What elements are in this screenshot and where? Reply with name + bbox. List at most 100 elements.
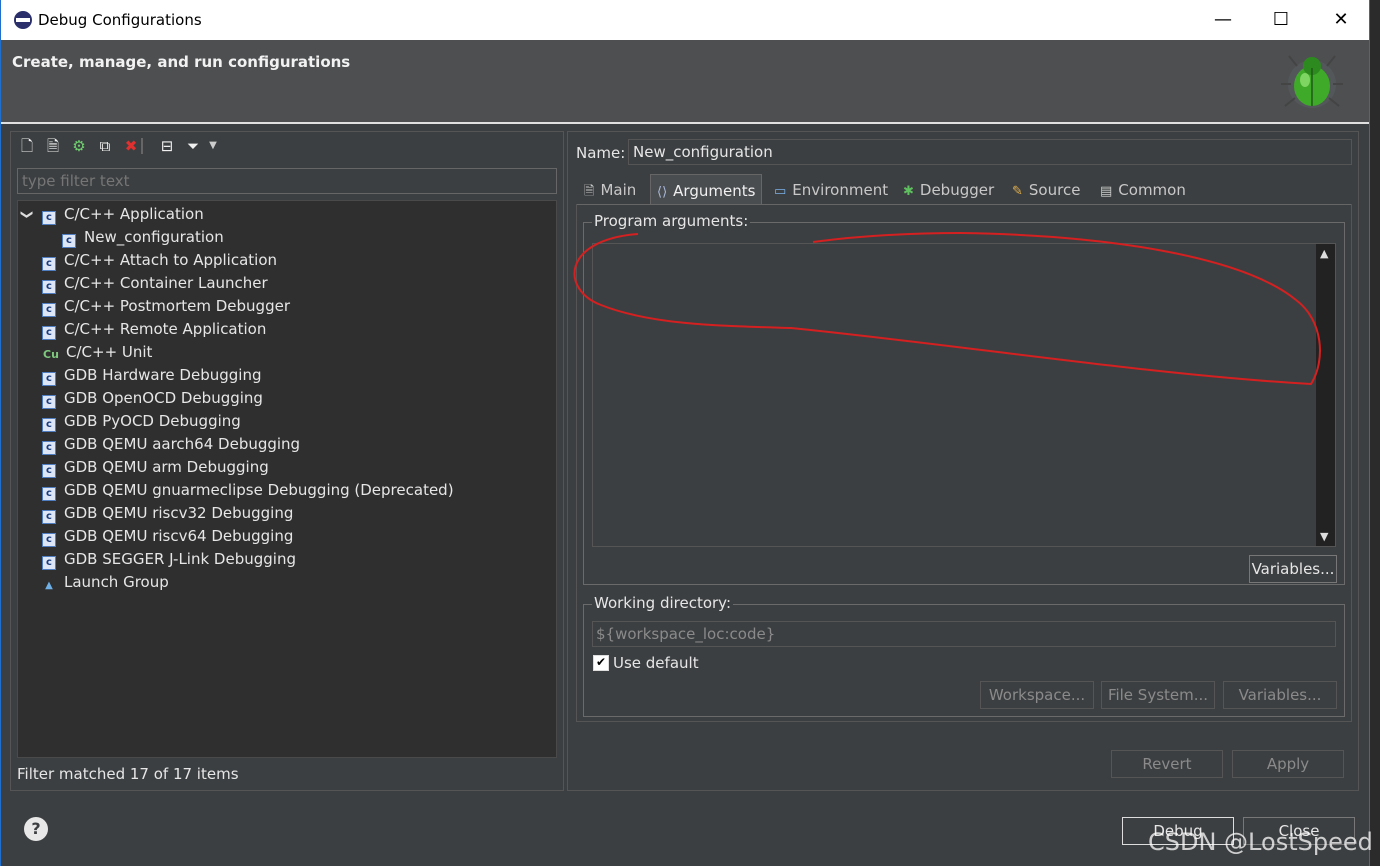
c-config-icon: c — [42, 257, 56, 271]
workspace-button[interactable]: Workspace... — [980, 681, 1094, 709]
tree-item[interactable]: c GDB PyOCD Debugging — [42, 410, 241, 433]
tree-item-label: GDB PyOCD Debugging — [64, 412, 241, 430]
working-directory-label: Working directory: — [592, 594, 734, 612]
c-config-icon: c — [42, 556, 56, 570]
program-arguments-textarea[interactable] — [592, 243, 1336, 547]
eclipse-icon — [14, 11, 32, 29]
filter-input[interactable] — [17, 168, 557, 194]
tree-item[interactable]: ❯ c C/C++ Application — [21, 203, 204, 226]
tree-item[interactable]: c C/C++ Postmortem Debugger — [42, 295, 290, 318]
name-field[interactable] — [628, 139, 1352, 165]
name-label: Name: — [576, 144, 626, 162]
dialog-banner: Create, manage, and run configurations — [1, 40, 1369, 124]
tree-item[interactable]: c New_configuration — [62, 226, 224, 249]
tree-item-label: C/C++ Unit — [66, 343, 153, 361]
configuration-tree: ❯ c C/C++ Application c New_configuration c C/… — [17, 200, 557, 758]
tree-item-label: C/C++ Remote Application — [64, 320, 267, 338]
close-window-button[interactable]: ✕ — [1321, 6, 1361, 34]
tree-item[interactable]: c C/C++ Container Launcher — [42, 272, 268, 295]
tree-item-label: C/C++ Application — [64, 205, 204, 223]
maximize-button[interactable]: ☐ — [1261, 6, 1301, 34]
c-config-icon: c — [42, 487, 56, 501]
configuration-editor-panel: Name: 🗎Main ⟨⟩Arguments ▭Environment ✱De… — [567, 131, 1359, 791]
c-config-icon: c — [42, 441, 56, 455]
c-config-icon: c — [42, 280, 56, 294]
toolbar-separator — [141, 138, 143, 154]
collapse-all-icon[interactable]: ⊟ — [157, 136, 177, 156]
duplicate-icon[interactable]: ⧉ — [95, 136, 115, 156]
program-args-variables-button[interactable]: Variables... — [1249, 555, 1337, 583]
working-dir-variables-button[interactable]: Variables... — [1223, 681, 1337, 709]
tree-item-label: C/C++ Container Launcher — [64, 274, 268, 292]
filter-icon[interactable]: ⏷ — [183, 136, 203, 156]
c-config-icon: c — [42, 211, 56, 225]
tree-item[interactable]: c GDB QEMU arm Debugging — [42, 456, 269, 479]
background-window-edge — [1370, 0, 1380, 866]
scroll-up-icon[interactable]: ▲ — [1320, 247, 1328, 260]
tree-item-label: GDB QEMU riscv32 Debugging — [64, 504, 294, 522]
tree-item[interactable]: c GDB QEMU aarch64 Debugging — [42, 433, 300, 456]
cu-unit-icon: Cu — [43, 348, 59, 361]
tab-debugger[interactable]: ✱ Debugger — [903, 174, 994, 204]
tree-item[interactable]: c GDB QEMU riscv64 Debugging — [42, 525, 293, 548]
tab-environment[interactable]: ▭ Environment — [774, 174, 888, 204]
tree-item[interactable]: c GDB SEGGER J-Link Debugging — [42, 548, 296, 571]
tree-item-label: GDB OpenOCD Debugging — [64, 389, 263, 407]
working-directory-field[interactable] — [592, 621, 1336, 647]
use-default-label: Use default — [613, 654, 699, 672]
chevron-down-icon[interactable]: ❯ — [16, 209, 39, 219]
filter-status: Filter matched 17 of 17 items — [17, 765, 239, 783]
tree-item[interactable]: c GDB Hardware Debugging — [42, 364, 261, 387]
c-config-icon: c — [42, 326, 56, 340]
apply-button[interactable]: Apply — [1232, 750, 1344, 778]
c-config-icon: c — [42, 510, 56, 524]
new-config-icon[interactable]: 🗋 — [17, 136, 37, 156]
tab-source[interactable]: ✎ Source — [1012, 174, 1080, 204]
tree-item-label: GDB QEMU gnuarmeclipse Debugging (Deprec… — [64, 481, 454, 499]
tree-item[interactable]: c C/C++ Remote Application — [42, 318, 266, 341]
banner-text: Create, manage, and run configurations — [12, 53, 351, 71]
tree-item-label: C/C++ Attach to Application — [64, 251, 278, 269]
c-config-icon: c — [42, 533, 56, 547]
minimize-button[interactable]: — — [1203, 6, 1243, 34]
configuration-list-panel: 🗋 🗎 ⚙ ⧉ ✖ ⊟ ⏷ ▼ ❯cC/C++ ApplicationcNew_… — [10, 131, 564, 791]
tree-item-label: C/C++ Postmortem Debugger — [64, 297, 290, 315]
revert-button[interactable]: Revert — [1111, 750, 1223, 778]
dropdown-icon[interactable]: ▼ — [203, 136, 223, 156]
tree-item[interactable]: ▲ Launch Group — [42, 571, 169, 594]
c-config-icon: c — [42, 372, 56, 386]
arguments-scrollbar[interactable]: ▲ ▼ — [1316, 244, 1335, 546]
editor-tabs: 🗎 Main ⟨⟩ Arguments ▭ Environment ✱ Debugger… — [576, 174, 1352, 205]
arguments-tab-content: Program arguments: ▲ ▼ Variables... Work… — [576, 204, 1352, 722]
delete-icon[interactable]: ✖ — [121, 136, 141, 156]
tree-item[interactable]: c GDB OpenOCD Debugging — [42, 387, 263, 410]
tab-common[interactable]: ▤ Common — [1100, 174, 1186, 204]
title-bar: Debug Configurations — ☐ ✕ — [1, 0, 1369, 40]
tree-item-label: GDB QEMU riscv64 Debugging — [64, 527, 294, 545]
tree-item[interactable]: Cu C/C++ Unit — [42, 341, 152, 364]
c-config-icon: c — [62, 234, 76, 248]
file-system-button[interactable]: File System... — [1101, 681, 1215, 709]
c-config-icon: c — [42, 303, 56, 317]
tree-item-label: GDB QEMU arm Debugging — [64, 458, 269, 476]
bug-icon — [1281, 55, 1343, 108]
watermark: CSDN @LostSpeed — [1148, 828, 1373, 856]
tree-item[interactable]: c GDB QEMU gnuarmeclipse Debugging (Depre… — [42, 479, 454, 502]
launch-group-icon: ▲ — [45, 580, 53, 591]
debug-configurations-window: Debug Configurations — ☐ ✕ Create, manag… — [0, 0, 1370, 866]
export-icon[interactable]: ⚙ — [69, 136, 89, 156]
c-config-icon: c — [42, 464, 56, 478]
tree-item-label: GDB SEGGER J-Link Debugging — [64, 550, 296, 568]
use-default-checkbox[interactable]: ✔ — [593, 655, 609, 671]
help-icon[interactable]: ? — [24, 817, 48, 841]
tree-item-label: New_configuration — [84, 228, 224, 246]
new-prototype-icon[interactable]: 🗎 — [43, 136, 63, 156]
tree-item-label: GDB Hardware Debugging — [64, 366, 262, 384]
tab-main[interactable]: 🗎 Main — [584, 174, 636, 204]
scroll-down-icon[interactable]: ▼ — [1320, 530, 1328, 543]
program-arguments-group: Program arguments: ▲ ▼ Variables... — [583, 212, 1345, 585]
tree-item[interactable]: c C/C++ Attach to Application — [42, 249, 277, 272]
program-arguments-label: Program arguments: — [592, 212, 751, 230]
tree-item[interactable]: c GDB QEMU riscv32 Debugging — [42, 502, 293, 525]
tab-arguments[interactable]: ⟨⟩ Arguments — [650, 174, 763, 204]
